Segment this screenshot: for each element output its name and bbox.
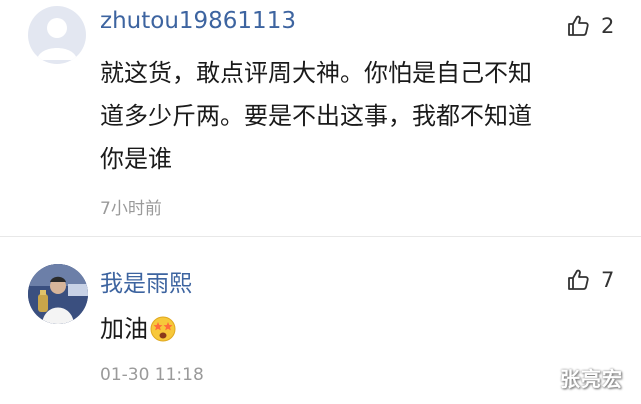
username[interactable]: zhutou19861113: [100, 8, 296, 34]
comment-line: 道多少斤两。要是不出这事，我都不知道: [100, 102, 532, 130]
watermark: 张亮宏: [560, 367, 623, 391]
comment-line: 你是谁: [100, 145, 172, 173]
username[interactable]: 我是雨熙: [100, 264, 192, 298]
like-button[interactable]: 2: [567, 14, 614, 38]
comment-item: zhutou19861113 2 就这货，敢点评周大神。你怕是自己不知 道多少斤…: [0, 0, 641, 225]
avatar[interactable]: [28, 264, 88, 324]
like-button[interactable]: 7: [567, 268, 614, 292]
thumbs-up-icon: [568, 269, 589, 290]
comment-time: 01-30 11:18: [100, 365, 204, 385]
default-avatar-icon: [37, 18, 77, 60]
avatar[interactable]: [28, 6, 86, 64]
comment-time: 7小时前: [100, 199, 162, 219]
comment-content: 加油: [100, 308, 176, 356]
comment-item: 我是雨熙 7 加油 01-30 11:18: [0, 240, 641, 404]
divider: [0, 236, 641, 237]
star-eyes-emoji: [150, 313, 176, 356]
comment-line: 就这货，敢点评周大神。你怕是自己不知: [100, 59, 532, 87]
like-count: 2: [601, 14, 615, 38]
comment-content: 就这货，敢点评周大神。你怕是自己不知 道多少斤两。要是不出这事，我都不知道 你是…: [100, 52, 532, 181]
user-photo-avatar: [28, 264, 88, 324]
thumbs-up-icon: [568, 15, 589, 36]
comment-text: 加油: [100, 315, 148, 343]
like-count: 7: [601, 268, 615, 292]
